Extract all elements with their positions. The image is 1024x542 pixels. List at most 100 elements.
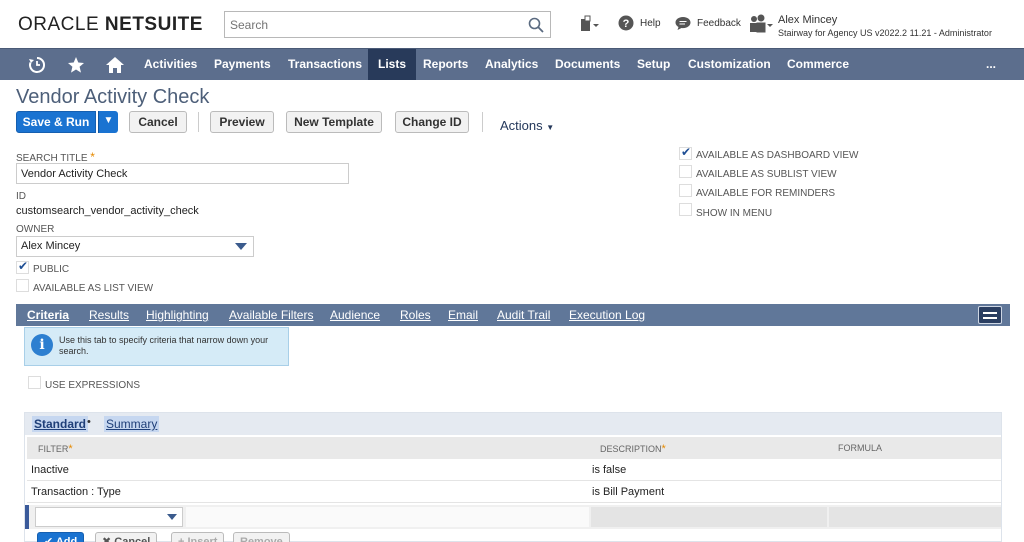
user-role[interactable]: Stairway for Agency US v2022.2 11.21 - A…: [778, 28, 992, 38]
owner-selected-value: Alex Mincey: [21, 240, 81, 252]
owner-label: OWNER: [16, 224, 55, 235]
dashboard-view-label: AVAILABLE AS DASHBOARD VIEW: [696, 150, 859, 161]
recent-records-icon[interactable]: [28, 56, 46, 74]
tab-roles[interactable]: Roles: [400, 304, 431, 326]
nav-lists[interactable]: Lists: [368, 49, 417, 80]
save-run-button[interactable]: Save & Run: [16, 111, 96, 133]
tab-email[interactable]: Email: [448, 304, 478, 326]
id-label: ID: [16, 191, 26, 202]
search-title-input[interactable]: [16, 163, 349, 184]
description-cell: is false: [592, 464, 627, 476]
tab-separator: •: [87, 416, 91, 428]
home-icon[interactable]: [105, 56, 125, 74]
tab-audience[interactable]: Audience: [330, 304, 380, 326]
add-button[interactable]: ✔ Add: [37, 532, 85, 542]
help-icon[interactable]: ?: [618, 15, 634, 31]
reminders-label: AVAILABLE FOR REMINDERS: [696, 188, 836, 199]
user-name[interactable]: Alex Mincey: [778, 14, 837, 26]
dropdown-arrow-icon: [167, 514, 177, 520]
new-template-button[interactable]: New Template: [286, 111, 382, 133]
logo-netsuite-text: NETSUITE: [104, 14, 203, 35]
info-icon: i: [31, 334, 53, 356]
filter-cell: Inactive: [31, 464, 69, 476]
show-in-menu-label: SHOW IN MENU: [696, 208, 773, 219]
info-message: i Use this tab to specify criteria that …: [24, 327, 289, 366]
global-search[interactable]: [224, 11, 551, 38]
sublist-view-label: AVAILABLE AS SUBLIST VIEW: [696, 169, 837, 180]
top-header: ORACLE NETSUITE ? Help Feedback Alex Min…: [0, 0, 1024, 48]
feedback-icon[interactable]: [675, 16, 691, 31]
criteria-tab-bar: Standard • Summary: [25, 413, 1001, 435]
show-in-menu-checkbox[interactable]: [679, 203, 692, 216]
owner-select[interactable]: Alex Mincey: [16, 236, 254, 257]
info-text: Use this tab to specify criteria that na…: [59, 335, 269, 356]
main-navigation: Activities Payments Transactions Lists R…: [0, 48, 1024, 80]
table-row[interactable]: Inactive is false: [27, 459, 1001, 481]
reminders-checkbox[interactable]: [679, 184, 692, 197]
create-new-icon[interactable]: [578, 15, 600, 35]
tab-available-filters[interactable]: Available Filters: [229, 304, 313, 326]
nav-customization[interactable]: Customization: [680, 49, 779, 80]
nav-commerce[interactable]: Commerce: [779, 49, 857, 80]
table-row[interactable]: Transaction : Type is Bill Payment: [27, 481, 1001, 503]
tab-audit-trail[interactable]: Audit Trail: [497, 304, 550, 326]
description-edit-cell[interactable]: [591, 507, 827, 527]
nav-setup[interactable]: Setup: [629, 49, 678, 80]
column-header-description: DESCRIPTION*: [600, 443, 666, 455]
list-view-checkbox[interactable]: [16, 279, 29, 292]
search-input[interactable]: [225, 12, 515, 37]
formula-edit-cell[interactable]: [829, 507, 1001, 527]
list-view-label: AVAILABLE AS LIST VIEW: [33, 283, 154, 294]
cancel-row-button[interactable]: ✖ Cancel: [95, 532, 158, 542]
edit-cell-blank[interactable]: [186, 507, 589, 527]
tab-summary[interactable]: Summary: [104, 416, 160, 432]
filter-select[interactable]: [35, 507, 183, 527]
dashboard-view-checkbox[interactable]: [679, 145, 692, 160]
tab-highlighting[interactable]: Highlighting: [146, 304, 209, 326]
feedback-link[interactable]: Feedback: [697, 18, 741, 29]
preview-button[interactable]: Preview: [210, 111, 274, 133]
svg-text:?: ?: [623, 18, 630, 30]
help-link[interactable]: Help: [640, 18, 661, 29]
tab-criteria[interactable]: Criteria: [27, 304, 69, 326]
column-header-formula: FORMULA: [838, 443, 883, 453]
caret-down-icon: ▼: [546, 123, 555, 132]
save-run-menu-button[interactable]: ▼: [98, 111, 118, 133]
required-asterisk: *: [90, 150, 95, 164]
toolbar-divider: [198, 112, 199, 132]
nav-more[interactable]: ...: [978, 49, 1004, 80]
id-value: customsearch_vendor_activity_check: [16, 205, 199, 217]
criteria-grid-header: FILTER* DESCRIPTION* FORMULA: [27, 437, 1001, 459]
use-expressions-label: USE EXPRESSIONS: [45, 380, 141, 391]
public-checkbox[interactable]: [16, 259, 29, 274]
user-roles-icon[interactable]: [748, 14, 774, 34]
nav-documents[interactable]: Documents: [547, 49, 628, 80]
search-icon[interactable]: [528, 17, 544, 33]
search-title-label: SEARCH TITLE *: [16, 150, 95, 164]
sublist-view-checkbox[interactable]: [679, 165, 692, 178]
tab-results[interactable]: Results: [89, 304, 129, 326]
insert-button[interactable]: + Insert: [171, 532, 225, 542]
use-expressions-checkbox[interactable]: [28, 376, 41, 389]
nav-reports[interactable]: Reports: [415, 49, 476, 80]
toolbar-divider: [482, 112, 483, 132]
remove-button[interactable]: Remove: [233, 532, 290, 542]
cancel-button[interactable]: Cancel: [129, 111, 187, 133]
filter-cell: Transaction : Type: [31, 486, 121, 498]
criteria-edit-row: [25, 505, 1001, 529]
tab-standard[interactable]: Standard: [32, 416, 89, 432]
hamburger-menu-icon[interactable]: [978, 306, 1002, 324]
tab-execution-log[interactable]: Execution Log: [569, 304, 645, 326]
actions-label: Actions: [500, 118, 543, 133]
oracle-netsuite-logo[interactable]: ORACLE NETSUITE: [18, 14, 203, 36]
logo-oracle-text: ORACLE: [18, 14, 100, 35]
favorites-star-icon[interactable]: [67, 56, 85, 74]
public-label: PUBLIC: [33, 264, 70, 275]
nav-analytics[interactable]: Analytics: [477, 49, 546, 80]
nav-transactions[interactable]: Transactions: [280, 49, 370, 80]
nav-payments[interactable]: Payments: [206, 49, 279, 80]
page-title: Vendor Activity Check: [16, 86, 210, 108]
nav-activities[interactable]: Activities: [136, 49, 205, 80]
actions-menu[interactable]: Actions ▼: [500, 118, 554, 133]
change-id-button[interactable]: Change ID: [395, 111, 469, 133]
